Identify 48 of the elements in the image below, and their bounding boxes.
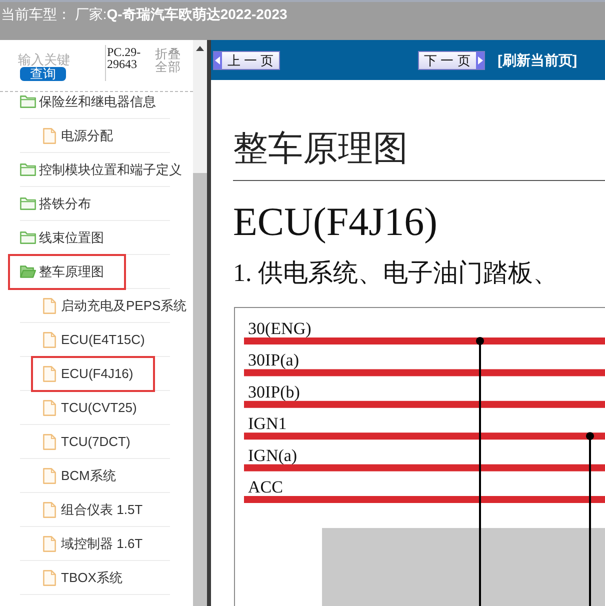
page-icon xyxy=(43,536,56,552)
refresh-page-link[interactable]: [刷新当前页] xyxy=(498,50,577,70)
rail-label: IGN(a) xyxy=(248,446,298,465)
tree-item[interactable]: 域控制器 1.6T xyxy=(43,536,143,552)
previous-page-button[interactable]: 上 一 页 xyxy=(213,50,280,70)
rail-label: 30IP(a) xyxy=(248,350,299,370)
document-heading: ECU(F4J16) xyxy=(233,200,438,244)
junction-dot-icon xyxy=(476,337,484,345)
page-icon xyxy=(43,366,56,382)
scrollbar-thumb[interactable] xyxy=(193,173,207,606)
arrow-right-icon xyxy=(476,52,484,68)
next-page-button[interactable]: 下 一 页 xyxy=(418,50,485,70)
scrollbar-track[interactable] xyxy=(193,40,207,606)
tree-item[interactable]: 整车原理图 xyxy=(8,254,126,290)
page-icon xyxy=(43,502,56,518)
vehicle-model-text: 当前车型： 厂家:Q-奇瑞汽车欧萌达2022-2023 xyxy=(1,5,288,23)
rail-label: 30(ENG) xyxy=(248,319,312,338)
tree-item[interactable]: 搭铁分布 xyxy=(20,196,91,212)
page-icon xyxy=(43,400,56,416)
rail-label: 30IP(b) xyxy=(248,382,300,402)
arrow-left-icon xyxy=(214,52,222,68)
junction-dot-icon xyxy=(586,432,594,440)
tree-item[interactable]: BCM系统 xyxy=(43,468,116,484)
page-icon xyxy=(43,332,56,348)
page-icon xyxy=(43,298,56,314)
model-code-text: PC.29-29643 xyxy=(105,45,155,81)
tree-item[interactable]: TBOX系统 xyxy=(43,570,122,586)
tree-item[interactable]: TCU(7DCT) xyxy=(43,434,130,450)
page-icon xyxy=(43,570,56,586)
tree-item[interactable]: 控制模块位置和端子定义 xyxy=(20,162,182,178)
search-button[interactable]: 查询 xyxy=(20,67,66,81)
search-field[interactable]: 输入关键 xyxy=(18,52,70,67)
tree-item[interactable]: ECU(F4J16) xyxy=(31,356,156,392)
section-heading: 1. 供电系统、电子油门踏板、 xyxy=(233,259,559,289)
tree-item[interactable]: TCU(CVT25) xyxy=(43,400,137,416)
document-title: 整车原理图 xyxy=(233,128,409,170)
tree-item[interactable]: 组合仪表 1.5T xyxy=(43,502,143,518)
tree-item[interactable]: 电源分配 xyxy=(43,128,113,144)
tree-item[interactable]: 保险丝和继电器信息 xyxy=(20,94,156,110)
tree-item[interactable]: 启动充电及PEPS系统 xyxy=(43,298,187,314)
rail-label: ACC xyxy=(248,478,283,496)
arrow-up-icon[interactable] xyxy=(196,46,204,51)
page-icon xyxy=(43,434,56,450)
page-icon xyxy=(43,128,56,144)
rail-label: IGN1 xyxy=(248,414,287,434)
tree-item[interactable]: ECU(E4T15C) xyxy=(43,332,145,348)
tree-item[interactable]: 线束位置图 xyxy=(20,230,104,246)
page-icon xyxy=(43,468,56,484)
